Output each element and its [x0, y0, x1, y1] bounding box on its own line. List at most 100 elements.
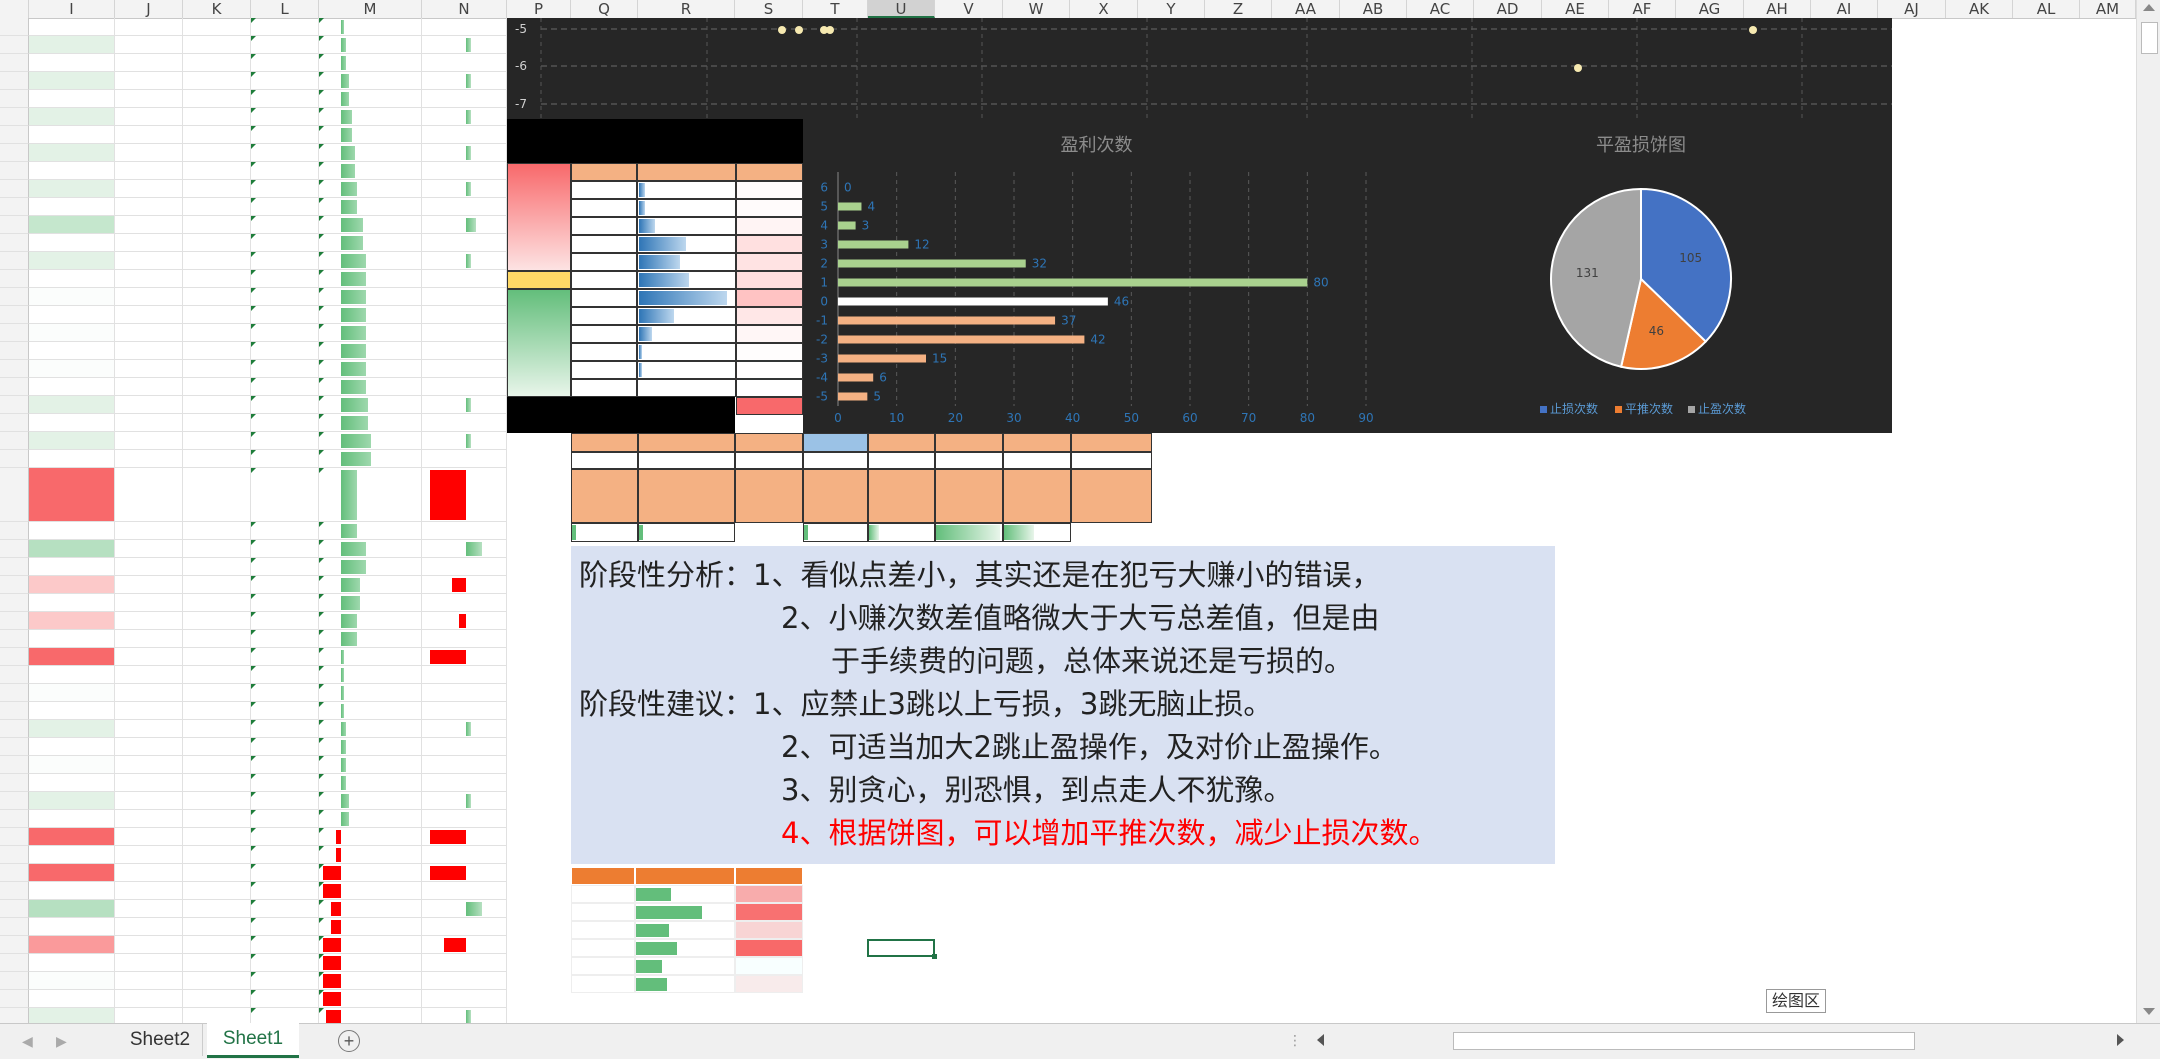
- cell-k[interactable]: [183, 522, 251, 540]
- cell-k[interactable]: [183, 540, 251, 558]
- cell-i[interactable]: [29, 54, 115, 72]
- cell-l[interactable]: [251, 630, 319, 648]
- cell-j[interactable]: [115, 630, 183, 648]
- cell-l[interactable]: [251, 900, 319, 918]
- cell-k[interactable]: [183, 414, 251, 432]
- cell-l[interactable]: [251, 198, 319, 216]
- cell-k[interactable]: [183, 216, 251, 234]
- row-number[interactable]: [0, 774, 29, 792]
- cell-n[interactable]: [422, 126, 507, 144]
- cell-l[interactable]: [251, 702, 319, 720]
- cell-n[interactable]: [422, 846, 507, 864]
- cell-j[interactable]: [115, 18, 183, 36]
- column-header-ai[interactable]: AI: [1811, 0, 1878, 18]
- cell-l[interactable]: [251, 756, 319, 774]
- table-row[interactable]: [0, 666, 507, 684]
- cell-m[interactable]: [319, 576, 422, 594]
- cell-l[interactable]: [251, 396, 319, 414]
- tab-sheet2[interactable]: Sheet2: [118, 1024, 203, 1056]
- row-number[interactable]: [0, 684, 29, 702]
- cell-l[interactable]: [251, 972, 319, 990]
- table-row[interactable]: [0, 774, 507, 792]
- cell-m[interactable]: [319, 342, 422, 360]
- cell-n[interactable]: [422, 990, 507, 1008]
- table-row[interactable]: [0, 162, 507, 180]
- column-header-y[interactable]: Y: [1138, 0, 1205, 18]
- column-header-u[interactable]: U: [868, 0, 935, 18]
- row-number[interactable]: [0, 198, 29, 216]
- row-number[interactable]: [0, 846, 29, 864]
- fill-handle[interactable]: [932, 954, 937, 959]
- cell-m[interactable]: [319, 828, 422, 846]
- cell-n[interactable]: [422, 738, 507, 756]
- cell-m[interactable]: [319, 972, 422, 990]
- column-header-ac[interactable]: AC: [1407, 0, 1474, 18]
- hscroll-left-arrow[interactable]: [1317, 1034, 1324, 1046]
- cell-l[interactable]: [251, 306, 319, 324]
- cell-m[interactable]: [319, 666, 422, 684]
- column-header-ad[interactable]: AD: [1474, 0, 1542, 18]
- table-row[interactable]: [0, 738, 507, 756]
- cell-l[interactable]: [251, 1008, 319, 1023]
- row-number[interactable]: [0, 342, 29, 360]
- cell-l[interactable]: [251, 270, 319, 288]
- cell-l[interactable]: [251, 450, 319, 468]
- cell-k[interactable]: [183, 756, 251, 774]
- cell-k[interactable]: [183, 234, 251, 252]
- column-header-ae[interactable]: AE: [1542, 0, 1609, 18]
- cell-n[interactable]: [422, 882, 507, 900]
- cell-m[interactable]: [319, 180, 422, 198]
- column-header-j[interactable]: J: [115, 0, 183, 18]
- cell-i[interactable]: [29, 702, 115, 720]
- row-number[interactable]: [0, 432, 29, 450]
- cell-j[interactable]: [115, 864, 183, 882]
- cell-i[interactable]: [29, 72, 115, 90]
- column-header-aj[interactable]: AJ: [1878, 0, 1946, 18]
- cell-l[interactable]: [251, 216, 319, 234]
- cell-j[interactable]: [115, 900, 183, 918]
- column-header-k[interactable]: K: [183, 0, 251, 18]
- cell-k[interactable]: [183, 684, 251, 702]
- cell-i[interactable]: [29, 342, 115, 360]
- cell-n[interactable]: [422, 414, 507, 432]
- cell-l[interactable]: [251, 288, 319, 306]
- cell-l[interactable]: [251, 666, 319, 684]
- cell-j[interactable]: [115, 612, 183, 630]
- table-row[interactable]: [0, 792, 507, 810]
- row-number[interactable]: [0, 990, 29, 1008]
- scroll-up-arrow[interactable]: [2143, 4, 2155, 11]
- cell-i[interactable]: [29, 792, 115, 810]
- row-number[interactable]: [0, 216, 29, 234]
- cell-n[interactable]: [422, 720, 507, 738]
- cell-j[interactable]: [115, 126, 183, 144]
- cell-i[interactable]: [29, 846, 115, 864]
- cell-j[interactable]: [115, 396, 183, 414]
- row-number[interactable]: [0, 270, 29, 288]
- profit-count-chart-area[interactable]: 盈利次数 0 10 20 30 40 50 60 70 80 90 6 0 5 4 4 3 3 12 2 32 1 80 0…: [803, 119, 1390, 433]
- cell-m[interactable]: [319, 162, 422, 180]
- cell-i[interactable]: [29, 810, 115, 828]
- cell-k[interactable]: [183, 594, 251, 612]
- cell-j[interactable]: [115, 738, 183, 756]
- cell-l[interactable]: [251, 990, 319, 1008]
- row-number[interactable]: [0, 126, 29, 144]
- cell-n[interactable]: [422, 522, 507, 540]
- cell-k[interactable]: [183, 378, 251, 396]
- cell-k[interactable]: [183, 360, 251, 378]
- cell-k[interactable]: [183, 882, 251, 900]
- cell-l[interactable]: [251, 180, 319, 198]
- cell-j[interactable]: [115, 450, 183, 468]
- cell-l[interactable]: [251, 108, 319, 126]
- cell-l[interactable]: [251, 54, 319, 72]
- row-number[interactable]: [0, 306, 29, 324]
- row-number[interactable]: [0, 756, 29, 774]
- cell-i[interactable]: [29, 522, 115, 540]
- cell-n[interactable]: [422, 72, 507, 90]
- cell-l[interactable]: [251, 324, 319, 342]
- cell-i[interactable]: [29, 630, 115, 648]
- cell-l[interactable]: [251, 558, 319, 576]
- hscroll-right-arrow[interactable]: [2117, 1034, 2124, 1046]
- column-header-af[interactable]: AF: [1609, 0, 1676, 18]
- cell-j[interactable]: [115, 576, 183, 594]
- cell-i[interactable]: [29, 990, 115, 1008]
